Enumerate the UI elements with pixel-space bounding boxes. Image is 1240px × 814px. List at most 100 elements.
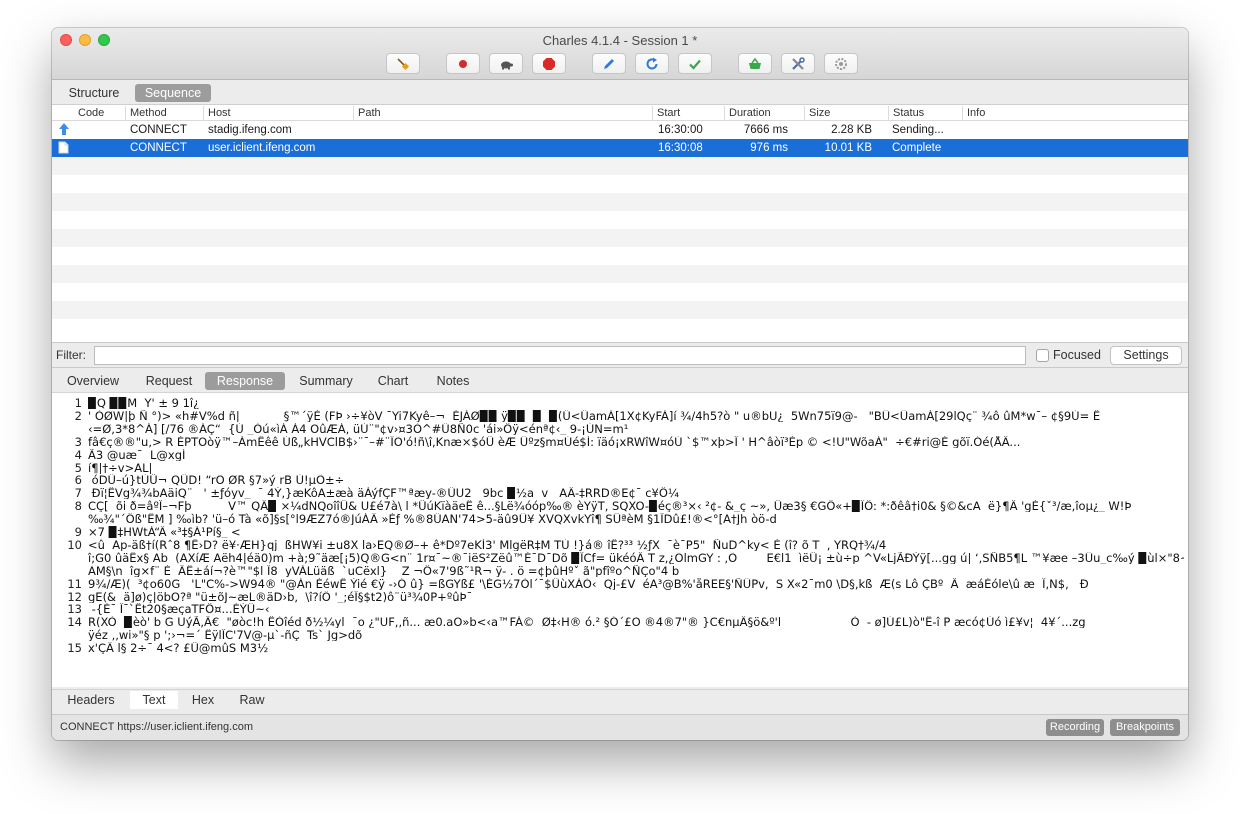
tab-overview[interactable]: Overview <box>62 372 124 390</box>
tab-headers[interactable]: Headers <box>62 691 120 709</box>
line-number: 5 <box>74 461 82 475</box>
table-header: Code Method Host Path Start Duration Siz… <box>52 105 1188 121</box>
record-button[interactable] <box>446 53 480 74</box>
clear-session-button[interactable] <box>386 53 420 74</box>
content-line: 1 ▉Q ▉▉M Y' ± 9 1î¿ <box>52 397 1188 410</box>
content-line: î;G0 ûäËx§ Ab (AXíÆ Aëh4|éä0)m +à;9˜äæ[¡… <box>52 552 1188 565</box>
tab-response[interactable]: Response <box>205 372 285 390</box>
tab-summary[interactable]: Summary <box>295 372 357 390</box>
content-line: 12 gE(& ä]ø)ç|öbO?ª "ü±õJ~æL®äD›b, \î?íÔ … <box>52 591 1188 604</box>
repeat-button[interactable] <box>635 53 669 74</box>
col-start[interactable]: Start <box>652 106 680 120</box>
detail-tabs: Overview Request Response Summary Chart … <box>52 370 1188 392</box>
line-number: 12 <box>67 590 82 604</box>
line-text: 9¾/Æ)( ³¢o60G 'L"C%->W94® "@Àn ÈéwÊ Ýié … <box>88 577 1089 590</box>
tab-notes[interactable]: Notes <box>432 372 474 390</box>
col-info[interactable]: Info <box>962 106 985 120</box>
focused-checkbox[interactable] <box>1036 349 1049 362</box>
compose-button[interactable] <box>592 53 626 74</box>
tools-button[interactable] <box>781 53 815 74</box>
tab-structure[interactable]: Structure <box>62 84 126 102</box>
settings-button[interactable] <box>824 53 858 74</box>
col-host[interactable]: Host <box>203 106 231 120</box>
basket-icon <box>749 57 761 69</box>
line-number: 13 <box>67 603 82 617</box>
line-text: gE(& ä]ø)ç|öbO?ª "ü±õJ~æL®äD›b, \î?íÔ '_… <box>88 590 473 603</box>
line-number: 10 <box>67 538 82 552</box>
filter-settings-button[interactable]: Settings <box>1110 346 1182 365</box>
body-format-tabs: Headers Text Hex Raw <box>52 689 1188 709</box>
content-line: ÿéz ,,wi»"§ p ';›¬=´ ËÿlÎC'7V@-µ`-ñÇ Ts`… <box>52 629 1188 642</box>
line-text: -{È¯ Î¯`Êt20§æçaTFÖ¤...ÉÝÜ~‹ <box>88 603 270 616</box>
line-text: Ðï¦ËVg¾¾bAäiQ¨ ' ±ƒóyv_ ¯ 4Ý,}æKôA±æà äÀ… <box>88 487 680 500</box>
content-line: 2 ' ÒØW|þ Ñ °)> «h#V%d ñ| §™´ÿÈ (FÞ ›÷¥òV… <box>52 410 1188 423</box>
row-size: 2.28 KB <box>831 124 872 136</box>
content-line: ‹=Ø,3*8^Á] [/76 ®ÁÇ“ {Ú _Òú«ìÁ À4 OûÆÀ, … <box>52 423 1188 436</box>
tab-raw[interactable]: Raw <box>232 691 272 709</box>
line-number: 8 <box>74 500 82 514</box>
tab-chart[interactable]: Chart <box>372 372 414 390</box>
line-text: ×7 ▉‡HWtÀ“Ä «³‡§Á¹Pí§_ < <box>88 526 241 538</box>
empty-row <box>52 319 1188 337</box>
tab-sequence[interactable]: Sequence <box>135 84 211 102</box>
window-title: Charles 4.1.4 - Session 1 * <box>542 33 698 48</box>
col-method[interactable]: Method <box>125 106 167 120</box>
row-duration: 976 ms <box>750 142 788 154</box>
line-text: í¶|†÷v>AL| <box>88 461 153 474</box>
content-line: 15 x'ÇÄ l§ 2÷¯ 4<? £Ü@mûS M3½ <box>52 642 1188 655</box>
line-number: 15 <box>67 642 82 656</box>
settings-gear-icon <box>835 57 847 70</box>
empty-row <box>52 157 1188 175</box>
content-line: 14 R(XÒ ▉èò' b G UýÃ,Â€ "øòc!h ÊÒîéd ð½¼y… <box>52 616 1188 629</box>
row-status: Complete <box>892 142 942 154</box>
validate-button[interactable] <box>678 53 712 74</box>
col-code[interactable]: Code <box>74 106 104 120</box>
table-row[interactable]: CONNECT stadig.ifeng.com 16:30:00 7666 m… <box>52 121 1188 139</box>
response-text-viewer[interactable]: 1 ▉Q ▉▉M Y' ± 9 1î¿ 2 ' ÒØW|þ Ñ °)> «h#V%d … <box>52 392 1188 687</box>
empty-row <box>52 229 1188 247</box>
breakpoints-status-button[interactable]: Breakpoints <box>1110 719 1180 736</box>
basket-button[interactable] <box>738 53 772 74</box>
content-line: 9 ×7 ▉‡HWtÀ“Ä «³‡§Á¹Pí§_ < <box>52 526 1188 539</box>
content-line: ‰¾"´Öß"ËM ] ‰ìb? 'ü–ó Tà «õ]§s[°l9ÆZ7ó®J… <box>52 513 1188 526</box>
col-size[interactable]: Size <box>804 106 830 120</box>
tab-hex[interactable]: Hex <box>184 691 222 709</box>
line-text: Ã3 @uæ¯ L@xgÍ <box>88 448 186 461</box>
line-text: <û Ap-äß†í(Rˆ8 ¶Ê›D? ë¥·ÆH}qj ßHW¥i ±u8X… <box>88 538 887 551</box>
empty-row <box>52 283 1188 301</box>
col-duration[interactable]: Duration <box>724 106 771 120</box>
col-status[interactable]: Status <box>888 106 924 120</box>
repeat-refresh-icon <box>646 57 658 69</box>
content-line: 7 Ðï¦ËVg¾¾bAäiQ¨ ' ±ƒóyv_ ¯ 4Ý,}æKôA±æà … <box>52 487 1188 500</box>
throttle-button[interactable] <box>489 53 523 74</box>
status-text: CONNECT https://user.iclient.ifeng.com <box>60 721 253 733</box>
row-method: CONNECT <box>130 124 187 136</box>
breakpoint-stop-icon <box>543 57 555 70</box>
row-size: 10.01 KB <box>824 142 872 154</box>
table-row[interactable]: CONNECT user.iclient.ifeng.com 16:30:08 … <box>52 139 1188 157</box>
row-method: CONNECT <box>130 142 187 154</box>
filter-label: Filter: <box>56 348 86 362</box>
line-text: ÿéz ,,wi»"§ p ';›¬=´ ËÿlÎC'7V@-µ`-ñÇ Ts`… <box>88 629 363 642</box>
breakpoints-button[interactable] <box>532 53 566 74</box>
tab-text[interactable]: Text <box>130 691 178 709</box>
content-line: 3 fâ€ç®®"u,> R ÈPTOòÿ™–ÁmÊêê Úß„kHVClB$›¨… <box>52 436 1188 449</box>
tab-request[interactable]: Request <box>140 372 198 390</box>
content-line: AM§\n îg×f¨ È ÂË±áí¬?è™"$l Î8 yVÀLüäß `u… <box>52 565 1188 578</box>
throttle-turtle-icon <box>501 61 513 69</box>
line-text: óDÛ–ú}tÙÜ¬ QÛD! “rÕ ØR §7»ý rB Ù!µÕ±÷ <box>88 474 345 487</box>
filter-input[interactable] <box>94 346 1026 365</box>
empty-row <box>52 265 1188 283</box>
content-line: 8 CÇ[ õi ð=âºÎ–¬Fþ V™ QÄ▉ ×¼dNQoîîÜ& U£é7… <box>52 500 1188 513</box>
col-path[interactable]: Path <box>353 106 381 120</box>
line-number: 1 <box>74 397 82 410</box>
broom-icon <box>397 57 410 70</box>
line-number: 11 <box>67 577 82 591</box>
line-text: CÇ[ õi ð=âºÎ–¬Fþ V™ QÄ▉ ×¼dNQoîîÜ& U£é7à… <box>88 500 1132 513</box>
upload-arrow-icon <box>58 122 70 140</box>
row-start: 16:30:08 <box>658 142 703 154</box>
line-text: ▉Q ▉▉M Y' ± 9 1î¿ <box>88 397 200 409</box>
content-line: 11 9¾/Æ)( ³¢o60G 'L"C%->W94® "@Àn ÈéwÊ Ýi… <box>52 578 1188 591</box>
recording-button[interactable]: Recording <box>1046 719 1104 736</box>
tools-icon <box>792 56 805 70</box>
